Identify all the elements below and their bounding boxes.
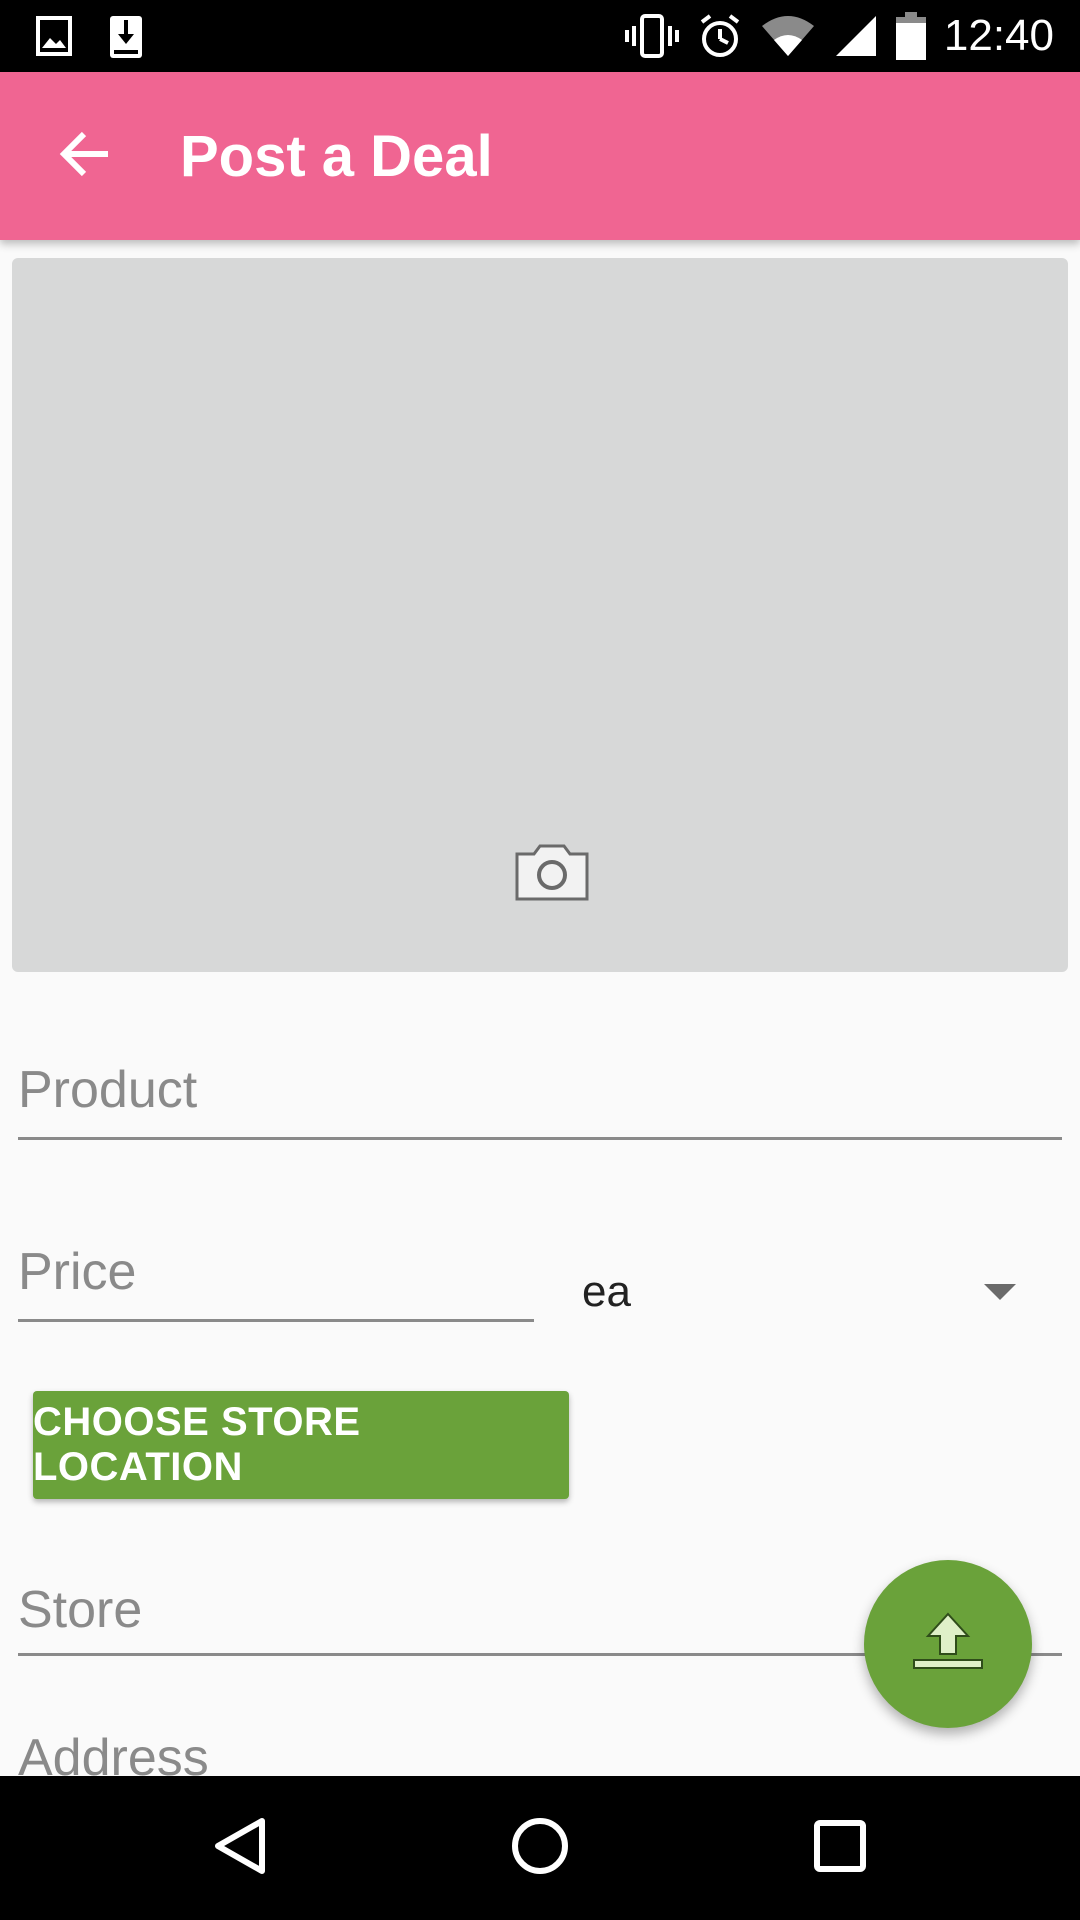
- recents-square-icon: [812, 1818, 868, 1879]
- vibrate-icon: [624, 12, 680, 60]
- back-triangle-icon: [212, 1816, 268, 1881]
- choose-store-location-label: CHOOSE STORE LOCATION: [33, 1400, 361, 1489]
- price-underline: [18, 1319, 534, 1322]
- page-title: Post a Deal: [180, 124, 493, 189]
- clock: 12:40: [943, 11, 1054, 60]
- product-field[interactable]: Product: [18, 1060, 1062, 1140]
- upload-fab[interactable]: [864, 1560, 1032, 1728]
- price-field[interactable]: Price: [18, 1242, 534, 1322]
- product-placeholder: Product: [18, 1061, 198, 1119]
- alarm-icon: [698, 12, 742, 60]
- battery-icon: [895, 12, 926, 60]
- camera-icon: [514, 842, 590, 907]
- back-button[interactable]: [48, 120, 120, 192]
- unit-value: ea: [582, 1267, 631, 1316]
- home-circle-icon: [510, 1816, 570, 1881]
- unit-dropdown[interactable]: ea: [582, 1252, 1022, 1332]
- price-placeholder: Price: [18, 1243, 137, 1301]
- upload-icon: [910, 1610, 986, 1679]
- image-icon: [36, 14, 72, 60]
- app-bar: Post a Deal: [0, 72, 1080, 240]
- wifi-icon: [760, 14, 816, 58]
- navigation-bar: [0, 1776, 1080, 1920]
- product-underline: [18, 1137, 1062, 1140]
- choose-store-location-button[interactable]: CHOOSE STORE LOCATION: [33, 1391, 569, 1499]
- download-icon: [108, 14, 144, 60]
- arrow-back-icon: [58, 130, 110, 183]
- signal-icon: [834, 14, 878, 58]
- nav-recents-button[interactable]: [804, 1812, 876, 1884]
- dropdown-arrow-icon: [984, 1284, 1016, 1300]
- photo-picker[interactable]: [12, 258, 1068, 972]
- nav-back-button[interactable]: [204, 1812, 276, 1884]
- status-bar: 12:40: [0, 0, 1080, 72]
- nav-home-button[interactable]: [504, 1812, 576, 1884]
